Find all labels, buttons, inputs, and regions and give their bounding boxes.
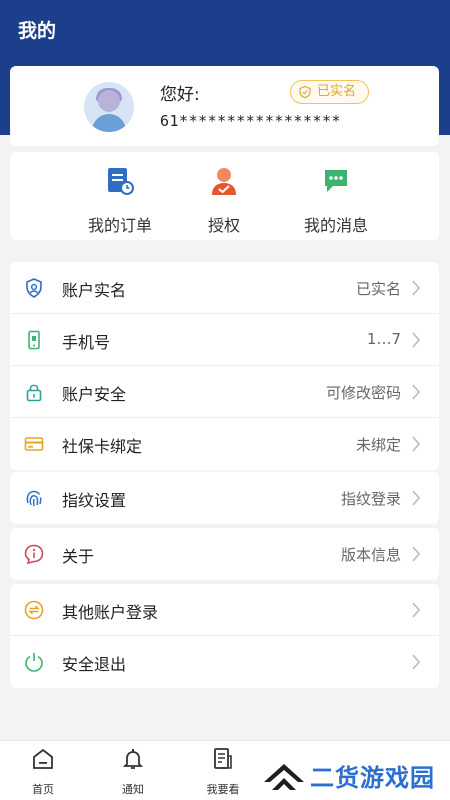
chevron-right-icon [412,280,421,296]
menu-item-switch-account[interactable]: 其他账户登录 [10,584,439,636]
quick-action-messages[interactable]: 我的消息 [276,166,396,236]
shield-check-icon [299,86,311,98]
order-icon [108,168,134,195]
phone-masked: 61***************** [160,112,342,130]
menu-item-about[interactable]: 关于 版本信息 [10,528,439,580]
tab-label: 通知 [122,783,144,796]
quick-action-orders[interactable]: 我的订单 [60,166,180,236]
home-icon [33,748,53,769]
verified-label: 已实名 [317,84,357,99]
verified-badge: 已实名 [290,80,370,104]
tab-label: 我要看 [206,783,240,796]
chevron-right-icon [412,654,421,670]
quick-action-authorize[interactable]: 授权 [164,166,284,236]
menu-value: 1…7 [366,330,401,348]
quick-action-label: 授权 [207,216,240,235]
chevron-right-icon [412,546,421,562]
tab-notifications[interactable]: 通知 [98,747,168,797]
menu-value: 已实名 [355,280,401,298]
profile-card[interactable]: 您好: 已实名 61***************** [10,66,439,146]
tab-watch[interactable]: 我要看 [188,747,258,797]
chevron-right-icon [412,490,421,506]
authorize-icon [212,168,236,195]
fingerprint-icon [26,490,42,507]
lock-icon [26,384,42,402]
menu-item-logout[interactable]: 安全退出 [10,636,439,688]
menu-item-phone[interactable]: 手机号 1…7 [10,314,439,366]
menu-label: 关于 [62,547,95,566]
menu-group-account: 账户实名 已实名 手机号 1…7 账户安全 可修改密码 社保卡绑定 未绑定 [10,262,439,470]
quick-actions-card: 我的订单 授权 我的消息 [10,152,439,240]
tab-home[interactable]: 首页 [8,747,78,797]
info-icon [24,544,44,564]
card-icon [24,437,44,451]
chevron-right-icon [412,384,421,400]
menu-value: 指纹登录 [340,490,401,508]
bell-icon [122,749,144,769]
menu-label: 手机号 [62,333,111,352]
menu-label: 社保卡绑定 [62,437,143,456]
greeting-text: 您好: [160,85,200,105]
watermark: 二货游戏园 [256,750,450,798]
menu-item-fingerprint[interactable]: 指纹设置 指纹登录 [10,472,439,524]
menu-group-about: 关于 版本信息 [10,528,439,580]
tab-label: 首页 [32,783,54,796]
menu-group-logout: 其他账户登录 安全退出 [10,584,439,688]
menu-label: 账户安全 [62,385,127,404]
watermark-text: 二货游戏园 [310,764,435,792]
quick-action-label: 我的订单 [87,216,152,235]
menu-label: 其他账户登录 [62,603,159,622]
watermark-logo-icon [264,764,304,790]
quick-action-label: 我的消息 [303,216,368,235]
menu-value: 版本信息 [340,546,401,564]
menu-label: 账户实名 [62,281,127,300]
menu-item-security[interactable]: 账户安全 可修改密码 [10,366,439,418]
chevron-right-icon [412,332,421,348]
power-icon [25,653,43,672]
menu-group-fingerprint: 指纹设置 指纹登录 [10,472,439,524]
switch-account-icon [24,600,44,620]
menu-item-social-card[interactable]: 社保卡绑定 未绑定 [10,418,439,470]
shield-icon [26,278,42,298]
chevron-right-icon [412,602,421,618]
phone-icon [28,330,40,350]
menu-value: 未绑定 [355,436,401,454]
menu-value: 可修改密码 [325,384,401,402]
message-icon [325,170,347,192]
document-icon [214,748,232,769]
avatar[interactable] [84,82,134,132]
page-title: 我的 [18,20,57,42]
chevron-right-icon [412,436,421,452]
menu-item-real-name[interactable]: 账户实名 已实名 [10,262,439,314]
menu-label: 指纹设置 [62,491,127,510]
menu-label: 安全退出 [62,655,127,674]
